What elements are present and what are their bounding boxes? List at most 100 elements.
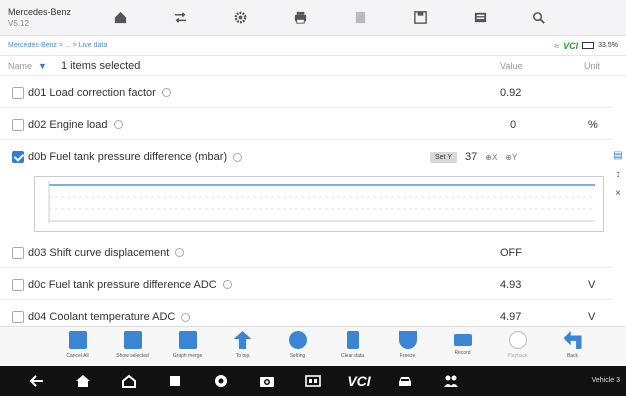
parameter-value: 0 (510, 118, 517, 131)
parameter-label: d03 Shift curve displacement (28, 246, 170, 259)
parameter-unit: V (588, 311, 596, 323)
setting-button[interactable]: Setting (270, 327, 325, 367)
top-toolbar: Mercedes-Benz V5.12 (0, 0, 626, 36)
to-top-button[interactable]: To top (215, 327, 270, 367)
data-icon[interactable] (450, 0, 510, 36)
list-item[interactable]: d0b Fuel tank pressure difference (mbar)… (0, 142, 612, 172)
clear-data-icon (346, 331, 359, 349)
expand-icon[interactable]: ↕ (616, 169, 621, 180)
graph-merge-icon (178, 331, 197, 349)
parameter-label: d0b Fuel tank pressure difference (mbar) (28, 151, 228, 163)
playback-button[interactable]: Playback (490, 327, 545, 367)
parameter-unit: % (588, 118, 598, 131)
row-checkbox[interactable] (12, 118, 24, 131)
parameter-unit: V (588, 278, 596, 291)
info-icon[interactable] (113, 120, 123, 129)
list-item[interactable]: d0c Fuel tank pressure difference ADC 4.… (0, 270, 612, 300)
parameter-label: d01 Load correction factor (28, 86, 156, 99)
button-label: To top (235, 353, 250, 359)
signal-icon: ≈ (554, 40, 560, 51)
remote-expert-icon[interactable] (428, 366, 474, 396)
software-version: V5.12 (8, 18, 29, 28)
info-icon[interactable] (161, 88, 171, 97)
cancel-all-button[interactable]: Cancel All (50, 327, 105, 367)
button-label: Record (454, 350, 471, 356)
list-item[interactable]: d03 Shift curve displacement OFF (0, 238, 612, 268)
button-label: Graph merge (172, 353, 203, 359)
parameter-value: 37 (465, 151, 478, 163)
button-label: Cancel All (66, 353, 89, 359)
cancel-all-icon (68, 331, 87, 349)
browser-icon[interactable] (198, 366, 244, 396)
show-selected-button[interactable]: Show selected (105, 327, 160, 367)
row-checkbox[interactable] (12, 311, 24, 323)
settings-icon[interactable] (210, 0, 270, 36)
battery-icon (582, 42, 595, 49)
graph-merge-button[interactable]: Graph merge (160, 327, 215, 367)
filter-icon[interactable]: ▼ (38, 61, 47, 71)
function-toolbar: Cancel All Show selected Graph merge To … (0, 326, 626, 366)
parameter-value: 4.97 (500, 311, 522, 323)
vehicle-swap-icon[interactable] (150, 0, 210, 36)
vci-indicator: VCI (563, 40, 579, 51)
breadcrumb[interactable]: Mercedes-Benz > ... > Live data (8, 42, 554, 49)
back-icon (563, 331, 582, 349)
selected-count: 1 items selected (60, 59, 141, 72)
system-navigation-bar: VCI Vehicle 3 (0, 366, 626, 396)
row-checkbox[interactable] (12, 278, 24, 291)
row-checkbox[interactable] (12, 86, 24, 99)
back-arrow-icon[interactable] (14, 366, 60, 396)
parameter-value: 0.92 (500, 86, 522, 99)
button-label: Back (566, 353, 579, 359)
info-icon[interactable] (233, 152, 243, 162)
parameter-value: OFF (500, 246, 522, 259)
connection-status: ≈ VCI 33.5% (554, 41, 618, 51)
to-top-icon (233, 331, 252, 349)
search-icon[interactable] (510, 0, 566, 36)
list-item[interactable]: d01 Load correction factor 0.92 (0, 78, 612, 108)
help-icon[interactable] (330, 0, 390, 36)
info-icon[interactable] (222, 280, 232, 289)
vci-icon[interactable]: VCI (336, 366, 382, 396)
button-label: Show selected (116, 353, 149, 359)
freeze-button[interactable]: Freeze (380, 327, 435, 367)
home-icon[interactable] (90, 0, 150, 36)
camera-icon[interactable] (244, 366, 290, 396)
unit-column-header: Unit (584, 60, 601, 71)
row-checkbox[interactable] (12, 246, 24, 259)
back-button[interactable]: Back (545, 327, 600, 367)
live-graph[interactable] (34, 176, 604, 232)
info-icon[interactable] (175, 248, 185, 257)
freeze-icon (398, 331, 417, 349)
parameter-label: d04 Coolant temperature ADC (28, 311, 176, 323)
print-icon[interactable] (270, 0, 330, 36)
row-checkbox[interactable] (12, 151, 24, 163)
clear-data-button[interactable]: Clear data (325, 327, 380, 367)
set-y-button[interactable]: Set Y (430, 151, 457, 163)
record-button[interactable]: Record (435, 327, 490, 367)
home-icon[interactable] (60, 366, 106, 396)
graph-controls: Set Y 37 ⊕X ⊕Y (430, 151, 517, 163)
close-graph-icon[interactable]: × (615, 188, 621, 199)
list-item[interactable]: d02 Engine load 0 % (0, 110, 612, 140)
parameter-label: d02 Engine load (28, 118, 108, 131)
parameter-value: 4.93 (500, 278, 522, 291)
car-icon[interactable] (382, 366, 428, 396)
graph-mode-icon[interactable]: ▤ (613, 150, 622, 161)
name-column-header: Name (8, 60, 33, 71)
zoom-y-button[interactable]: ⊕Y (505, 153, 517, 162)
list-header: Name ▼ 1 items selected Value Unit (0, 56, 626, 76)
parameter-label: d0c Fuel tank pressure difference ADC (28, 278, 217, 291)
setting-icon (288, 331, 307, 349)
screen-record-icon[interactable] (290, 366, 336, 396)
recent-apps-icon[interactable] (152, 366, 198, 396)
save-icon[interactable] (390, 0, 450, 36)
info-icon[interactable] (181, 312, 191, 322)
button-label: Setting (289, 353, 306, 359)
graph-side-tools: ▤ ↕ × (610, 150, 626, 199)
show-selected-icon (123, 331, 142, 349)
zoom-x-button[interactable]: ⊕X (485, 153, 497, 162)
app-home-icon[interactable] (106, 366, 152, 396)
button-label: Clear data (340, 353, 365, 359)
value-column-header: Value (500, 60, 523, 71)
